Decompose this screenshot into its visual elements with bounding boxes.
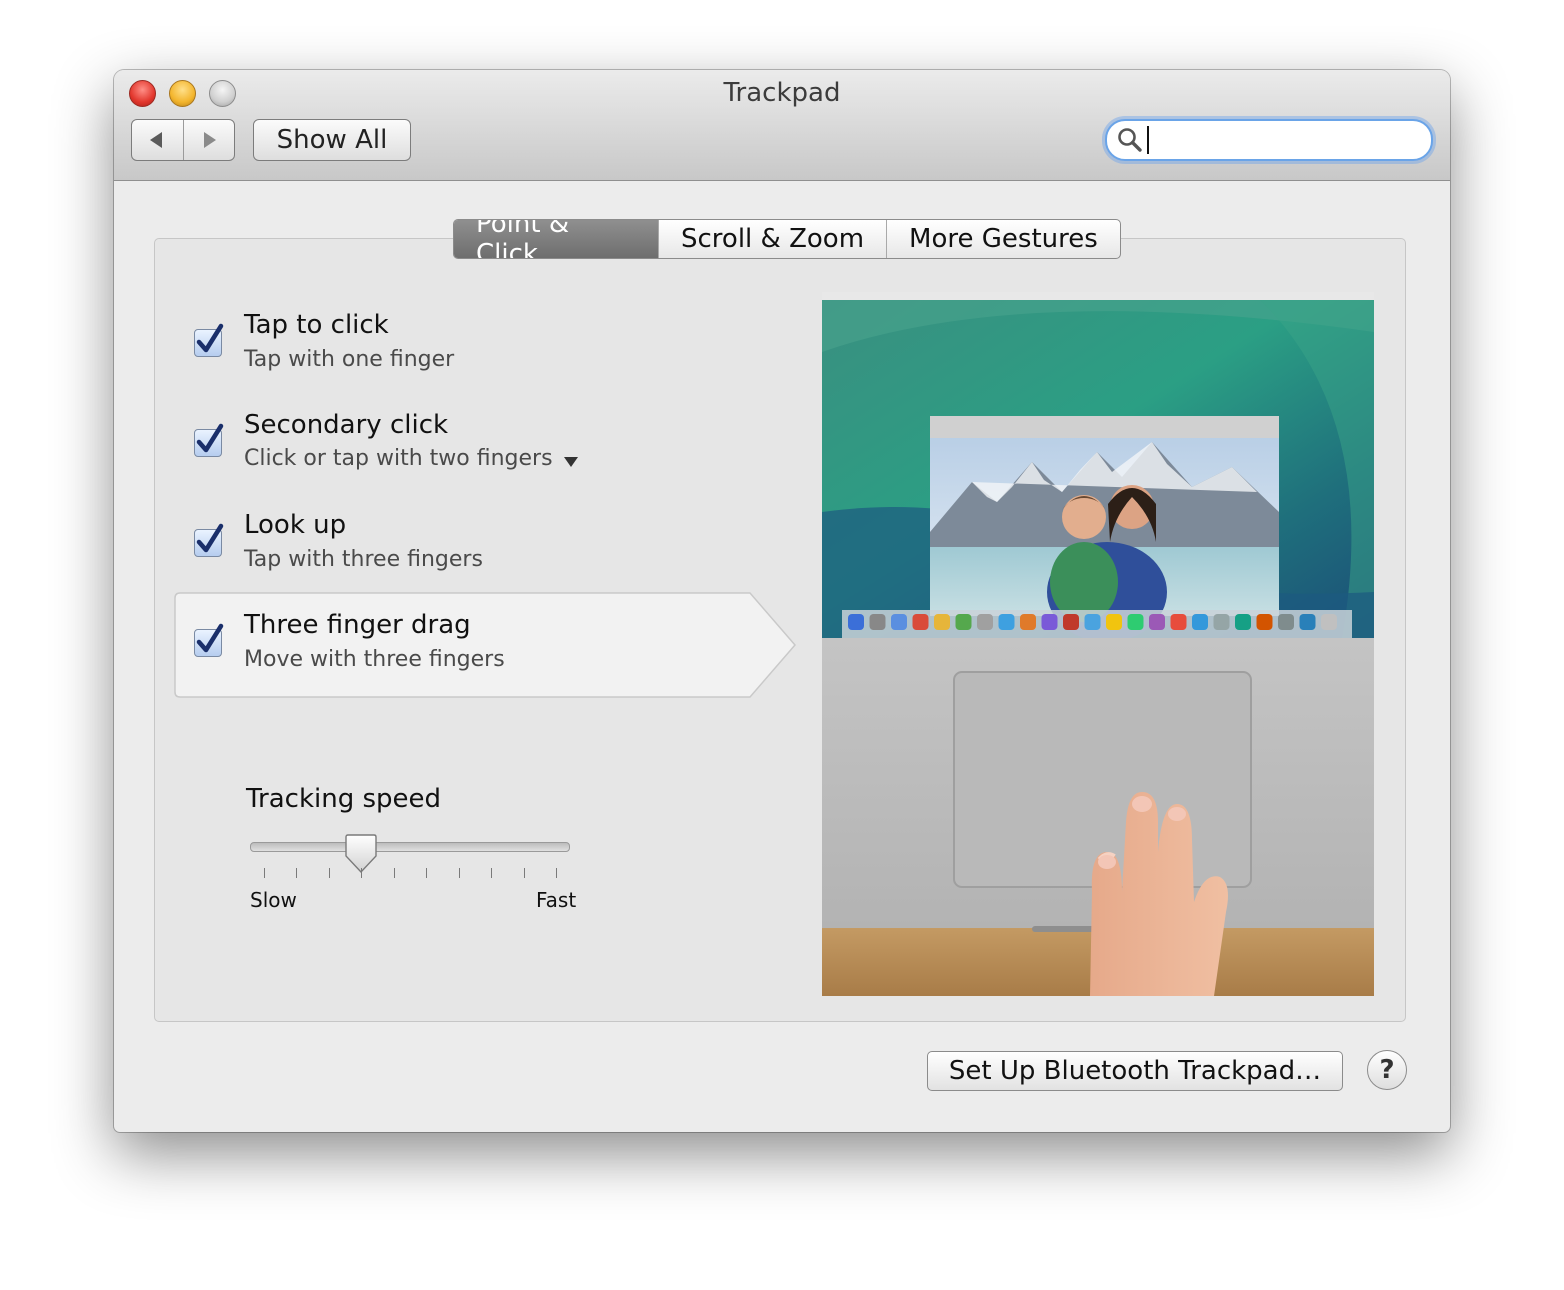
dock-app-icon: [1041, 614, 1058, 630]
option-title: Three finger drag: [244, 610, 471, 640]
magnifier-icon: [1118, 128, 1142, 152]
tab-bar: Point & Click Scroll & Zoom More Gesture…: [453, 219, 1121, 259]
dock-app-icon: [1256, 614, 1273, 630]
slider-tick: [556, 868, 557, 878]
triangle-left-icon: [150, 132, 163, 148]
dock-app-icon: [1235, 614, 1251, 630]
checkmark-icon: [196, 423, 224, 453]
option-subtitle: Tap with three fingers: [244, 547, 483, 572]
checkmark-icon: [196, 323, 224, 353]
slider-tick: [523, 868, 525, 878]
titlebar: Trackpad Show All: [114, 70, 1450, 181]
dock-app-icon: [869, 614, 886, 630]
help-button[interactable]: ?: [1367, 1050, 1407, 1090]
text-caret: [1147, 126, 1149, 154]
trackpad-window: Trackpad Show All Point & Click Scroll &…: [114, 70, 1450, 1132]
dock-app-icon: [1106, 614, 1122, 630]
selected-option-highlight: [174, 592, 796, 698]
tab-scroll-zoom[interactable]: Scroll & Zoom: [658, 220, 886, 258]
slider-tick: [296, 868, 298, 878]
show-all-button[interactable]: Show All: [253, 119, 411, 161]
window-title: Trackpad: [723, 78, 841, 108]
checkmark-icon: [196, 623, 224, 653]
secondary-click-popup[interactable]: Click or tap with two fingers: [244, 446, 553, 471]
slider-tick: [426, 868, 428, 878]
dock-app-icon: [955, 614, 972, 630]
search-field[interactable]: [1105, 119, 1433, 161]
triangle-right-icon: [203, 132, 216, 148]
dock-app-icon: [1278, 614, 1294, 630]
dock-app-icon: [912, 614, 929, 630]
triangle-down-icon[interactable]: [564, 456, 578, 468]
slider-tick: [393, 868, 395, 878]
option-subtitle: Tap with one finger: [244, 347, 455, 372]
tab-point-click[interactable]: Point & Click: [454, 220, 658, 258]
dock-app-icon: [1149, 614, 1165, 630]
dock-app-icon: [1321, 614, 1337, 630]
look-up-checkbox[interactable]: [194, 523, 224, 557]
back-button[interactable]: [132, 120, 183, 160]
option-subtitle: Move with three fingers: [244, 647, 505, 672]
fast-label: Fast: [536, 888, 577, 912]
slow-label: Slow: [250, 888, 297, 912]
dock-app-icon: [1084, 614, 1101, 630]
dock-app-icon: [1020, 614, 1036, 630]
option-title: Look up: [244, 510, 347, 540]
dock-app-icon: [1213, 614, 1230, 630]
tracking-speed-slider[interactable]: [250, 842, 570, 852]
search-input[interactable]: [1147, 126, 1421, 154]
checkmark-icon: [196, 523, 224, 553]
dock-app-icon: [1192, 614, 1208, 630]
tracking-speed-label: Tracking speed: [246, 784, 442, 814]
dock-app-icon: [1299, 614, 1316, 630]
slider-tick: [361, 868, 363, 878]
dock-app-icon: [934, 614, 950, 630]
option-title: Tap to click: [244, 310, 389, 340]
dock-app-icon: [1127, 614, 1144, 630]
dock-app-icon: [1063, 614, 1079, 630]
dock-app-icon: [891, 614, 907, 630]
dock-app-icon: [848, 614, 864, 630]
forward-button[interactable]: [182, 120, 235, 160]
secondary-click-checkbox[interactable]: [194, 423, 224, 457]
slider-tick: [328, 868, 330, 878]
option-title: Secondary click: [244, 410, 449, 440]
back-forward-control: [131, 119, 235, 161]
slider-tick: [491, 868, 493, 878]
tap-to-click-checkbox[interactable]: [194, 323, 224, 357]
slider-tick: [264, 868, 265, 878]
dock-app-icon: [977, 614, 993, 630]
dock-app-icon: [998, 614, 1015, 630]
dock-app-icon: [1170, 614, 1187, 630]
slider-tick: [458, 868, 460, 878]
three-finger-drag-checkbox[interactable]: [194, 623, 224, 657]
tab-more-gestures[interactable]: More Gestures: [886, 220, 1120, 258]
setup-bluetooth-trackpad-button[interactable]: Set Up Bluetooth Trackpad…: [927, 1051, 1343, 1091]
gesture-preview-image: [822, 292, 1374, 996]
